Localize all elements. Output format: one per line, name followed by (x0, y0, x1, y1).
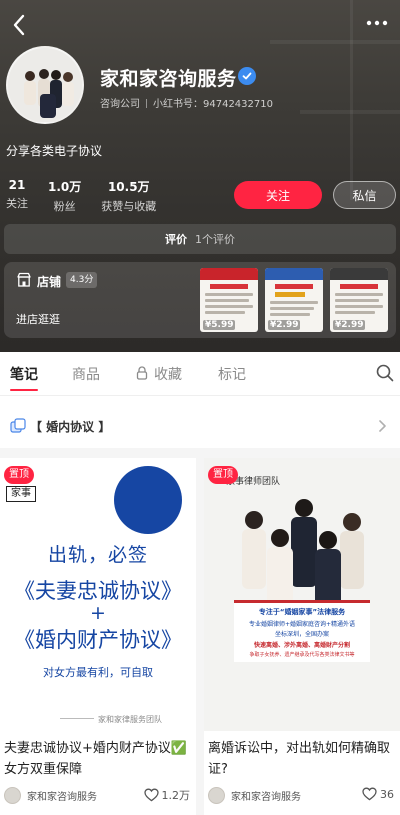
banner-line: 专注于“婚姻家事”法律服务 (258, 608, 346, 616)
service-banner: 专注于“婚姻家事”法律服务 专业婚姻律师+婚姻家庭咨询+精通外语 坐标深圳，全国… (234, 600, 370, 662)
shop-product-thumb[interactable]: ¥2.99 (265, 268, 323, 332)
stat-value: 21 (8, 178, 26, 192)
rating-label: 评价 (165, 233, 187, 246)
note-cover[interactable]: 家事 出轨，必签 《夫妻忠诚协议》 + 《婚内财产协议》 对女方最有利，可自取 … (0, 458, 196, 731)
shop-score: 4.3分 (66, 272, 98, 288)
stat-label: 粉丝 (53, 200, 76, 213)
profile-category: 咨询公司 (100, 99, 140, 110)
collection-label: 【 婚内协议 】 (30, 420, 111, 434)
banner-line: 快速离婚、涉外离婚、离婚财产分割 (253, 642, 350, 649)
cover-line: 《夫妻忠诚协议》 (14, 579, 182, 603)
product-price: ¥2.99 (268, 320, 301, 330)
note-author[interactable]: 家和家咨询服务 (208, 785, 301, 805)
follow-button[interactable]: 关注 (234, 181, 322, 209)
shop-title: 店铺 (37, 275, 62, 289)
back-button[interactable] (6, 12, 32, 38)
shop-product-thumb[interactable]: ¥2.99 (330, 268, 388, 332)
redbook-id: 小红书号：94742432710 (153, 99, 273, 110)
note-author[interactable]: 家和家咨询服务 (4, 785, 97, 805)
cover-line: 出轨，必签 (47, 544, 148, 566)
author-avatar (4, 786, 21, 804)
heart-icon (143, 788, 159, 802)
rating-bar[interactable]: 评价 1个评价 (4, 224, 396, 254)
stat-value: 1.0万 (48, 180, 82, 194)
tab-products[interactable]: 商品 (72, 364, 100, 384)
lock-icon (136, 366, 148, 380)
cover-divider (60, 718, 94, 719)
more-button[interactable] (362, 10, 392, 36)
stat-label: 关注 (6, 197, 28, 210)
like-button[interactable]: 36 (362, 787, 394, 801)
avatar[interactable] (6, 46, 84, 124)
stat-value: 10.5万 (107, 180, 150, 194)
cover-tag: 家事 (6, 486, 36, 502)
content-tabs: 笔记 商品 收藏 标记 (0, 352, 400, 396)
banner-line: 争取子女抚养、遗产继承及代写各类法律文书等 (249, 652, 355, 658)
collection-icon (10, 418, 26, 433)
like-button[interactable]: 1.2万 (143, 787, 191, 803)
like-count: 36 (380, 787, 394, 801)
cover-plus: + (90, 602, 106, 624)
top-bar (0, 0, 400, 50)
more-dots-icon (366, 20, 388, 26)
author-name: 家和家咨询服务 (231, 791, 301, 803)
store-icon (17, 272, 31, 287)
banner-line: 专业婚姻律师+婚姻家庭咨询+精通外语 (248, 621, 356, 628)
team-photo-icon (8, 48, 82, 122)
note-card[interactable]: 家事 出轨，必签 《夫妻忠诚协议》 + 《婚内财产协议》 对女方最有利，可自取 … (0, 458, 196, 815)
profile-bio: 分享各类电子协议 (6, 144, 103, 158)
tab-collections[interactable]: 收藏 (154, 364, 182, 384)
tab-notes[interactable]: 笔记 (10, 364, 38, 384)
chevron-right-icon (379, 420, 386, 432)
cover-blue-circle (114, 466, 182, 534)
stat-label: 获赞与收藏 (101, 200, 157, 213)
collection-row[interactable]: 【 婚内协议 】 (0, 404, 400, 448)
heart-icon (362, 787, 377, 801)
profile-meta: 咨询公司 小红书号：94742432710 (100, 95, 273, 110)
cover-note: 对女方最有利，可自取 (43, 666, 153, 679)
pinned-badge: 置顶 (208, 466, 238, 484)
note-title: 离婚诉讼中，对出轨如何精确取证? (208, 741, 391, 777)
search-icon[interactable] (376, 364, 394, 382)
chevron-left-icon (13, 14, 25, 36)
note-cover[interactable]: 家事律师团队 专注于“婚姻家事”法律服务 专业婚姻律师+婚姻家庭咨询+精通外语 … (204, 458, 400, 731)
note-card[interactable]: 家事律师团队 专注于“婚姻家事”法律服务 专业婚姻律师+婚姻家庭咨询+精通外语 … (204, 458, 400, 815)
note-title: 夫妻忠诚协议+婚内财产协议✅女方双重保障 (4, 741, 188, 777)
shop-product-thumb[interactable]: ¥5.99 (200, 268, 258, 332)
verified-badge-icon (238, 67, 256, 85)
author-avatar (208, 786, 225, 804)
profile-name: 家和家咨询服务 (100, 68, 237, 90)
message-button[interactable]: 私信 (333, 181, 396, 209)
shop-visit-link[interactable]: 进店逛逛 (16, 311, 60, 327)
product-price: ¥5.99 (203, 320, 236, 330)
cover-line: 《婚内财产协议》 (14, 628, 182, 652)
stat-followers[interactable]: 1.0万 粉丝 (48, 178, 81, 214)
tab-marks[interactable]: 标记 (218, 364, 246, 384)
meta-divider (146, 99, 147, 108)
like-count: 1.2万 (161, 789, 191, 802)
author-name: 家和家咨询服务 (27, 791, 97, 803)
shop-card[interactable]: 店铺 4.3分 进店逛逛 ¥5.99 ¥2.99 ¥2.99 (4, 262, 396, 338)
rating-value: 1个评价 (195, 233, 235, 246)
active-tab-indicator (10, 389, 38, 391)
profile-stats: 21 关注 1.0万 粉丝 10.5万 获赞与收藏 (6, 178, 176, 214)
stat-following[interactable]: 21 关注 (6, 178, 28, 214)
profile-header: 家和家咨询服务 咨询公司 小红书号：94742432710 分享各类电子协议 21… (0, 0, 400, 352)
banner-line: 坐标深圳，全国办案 (274, 631, 329, 638)
stat-likes-collections[interactable]: 10.5万 获赞与收藏 (101, 178, 156, 214)
cover-signature: 家和家律服务团队 (98, 715, 162, 724)
pinned-badge: 置顶 (4, 466, 34, 484)
product-price: ¥2.99 (333, 320, 366, 330)
